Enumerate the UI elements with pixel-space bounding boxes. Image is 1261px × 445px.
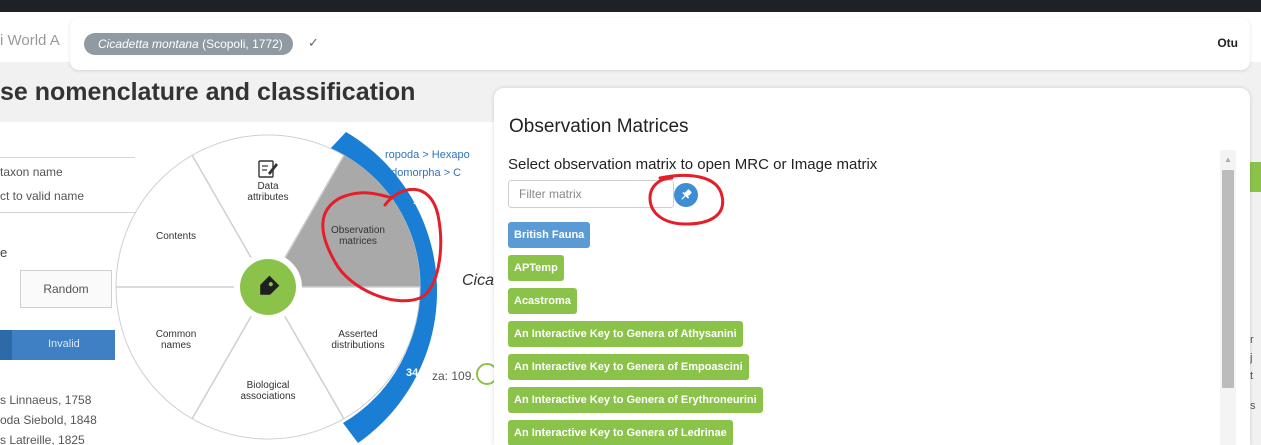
section-letter: e <box>0 245 8 260</box>
matrix-button-acastroma[interactable]: Acastroma <box>508 288 577 314</box>
matrix-button-ledrinae[interactable]: An Interactive Key to Genera of Ledrinae <box>508 420 733 445</box>
right-edge-text: s <box>1250 400 1256 412</box>
biological-associations-line2: associations <box>240 391 295 402</box>
data-attributes-count: 1 <box>413 195 419 207</box>
observation-matrices-modal: Observation Matrices Select observation … <box>494 88 1250 445</box>
asserted-distributions-count: 34 <box>406 367 419 379</box>
asserted-distributions-label[interactable]: Asserted distributions <box>331 329 384 351</box>
invalid-button[interactable]: Invalid <box>0 330 115 360</box>
random-label: Random <box>43 282 89 296</box>
taxon-heading: Cica <box>462 272 495 289</box>
radial-menu: 1 34 Data attributes Observation matrices … <box>115 132 438 443</box>
taxon-line[interactable]: s Linnaeus, 1758 <box>0 393 91 407</box>
right-edge-tab[interactable] <box>1249 162 1261 192</box>
otu-label: Otu <box>1217 36 1238 50</box>
scroll-up-arrow-icon[interactable]: ▲ <box>1220 150 1236 168</box>
observation-matrices-label[interactable]: Observation matrices <box>331 225 385 247</box>
data-attributes-line1: Data <box>257 181 279 192</box>
right-edge-text: r <box>1250 334 1254 346</box>
page-title: se nomenclature and classification <box>0 78 416 106</box>
matrix-button-empoascini[interactable]: An Interactive Key to Genera of Empoasci… <box>508 354 749 380</box>
top-strip <box>0 0 1261 12</box>
otu-author: (Scopoli, 1772) <box>202 37 283 51</box>
check-icon: ✓ <box>308 35 319 50</box>
scrollbar[interactable]: ▲ <box>1220 150 1236 445</box>
observation-matrices-line1: Observation <box>331 225 385 236</box>
taxon-line[interactable]: oda Siebold, 1848 <box>0 413 97 427</box>
pin-icon <box>681 189 692 200</box>
otu-bar: Cicadetta montana (Scopoli, 1772) ✓ Otu <box>70 18 1250 70</box>
asserted-distributions-line2: distributions <box>331 340 384 351</box>
common-names-label[interactable]: Common names <box>156 329 197 351</box>
common-names-line1: Common <box>156 329 197 340</box>
app-name: i World A <box>0 32 60 49</box>
scrollbar-thumb[interactable] <box>1222 170 1234 388</box>
modal-title: Observation Matrices <box>509 116 689 137</box>
observation-matrices-line2: matrices <box>339 236 377 247</box>
otu-pill[interactable]: Cicadetta montana (Scopoli, 1772) <box>84 33 293 55</box>
matrix-button-erythroneurini[interactable]: An Interactive Key to Genera of Erythron… <box>508 387 763 413</box>
invalid-label: Invalid <box>48 338 80 350</box>
right-edge-text: j <box>1250 352 1253 364</box>
asserted-distributions-line1: Asserted <box>338 329 377 340</box>
biological-associations-line1: Biological <box>247 380 290 391</box>
pin-button[interactable] <box>674 183 698 207</box>
taxon-line[interactable]: s Latreille, 1825 <box>0 433 85 445</box>
matrix-button-british-fauna[interactable]: British Fauna <box>508 222 591 248</box>
modal-subtitle: Select observation matrix to open MRC or… <box>508 156 878 173</box>
right-edge-text: t <box>1250 370 1254 382</box>
common-names-line2: names <box>161 340 191 351</box>
biological-associations-label[interactable]: Biological associations <box>240 380 295 402</box>
data-attributes-line2: attributes <box>247 192 288 203</box>
contents-label[interactable]: Contents <box>156 231 196 242</box>
random-button[interactable]: Random <box>20 270 112 308</box>
invalid-edge <box>0 330 12 360</box>
matrix-button-athysanini[interactable]: An Interactive Key to Genera of Athysani… <box>508 321 743 347</box>
otu-name: Cicadetta montana <box>98 37 199 51</box>
filter-matrix-input[interactable] <box>508 180 674 208</box>
matrix-button-aptemp[interactable]: APTemp <box>508 255 564 281</box>
